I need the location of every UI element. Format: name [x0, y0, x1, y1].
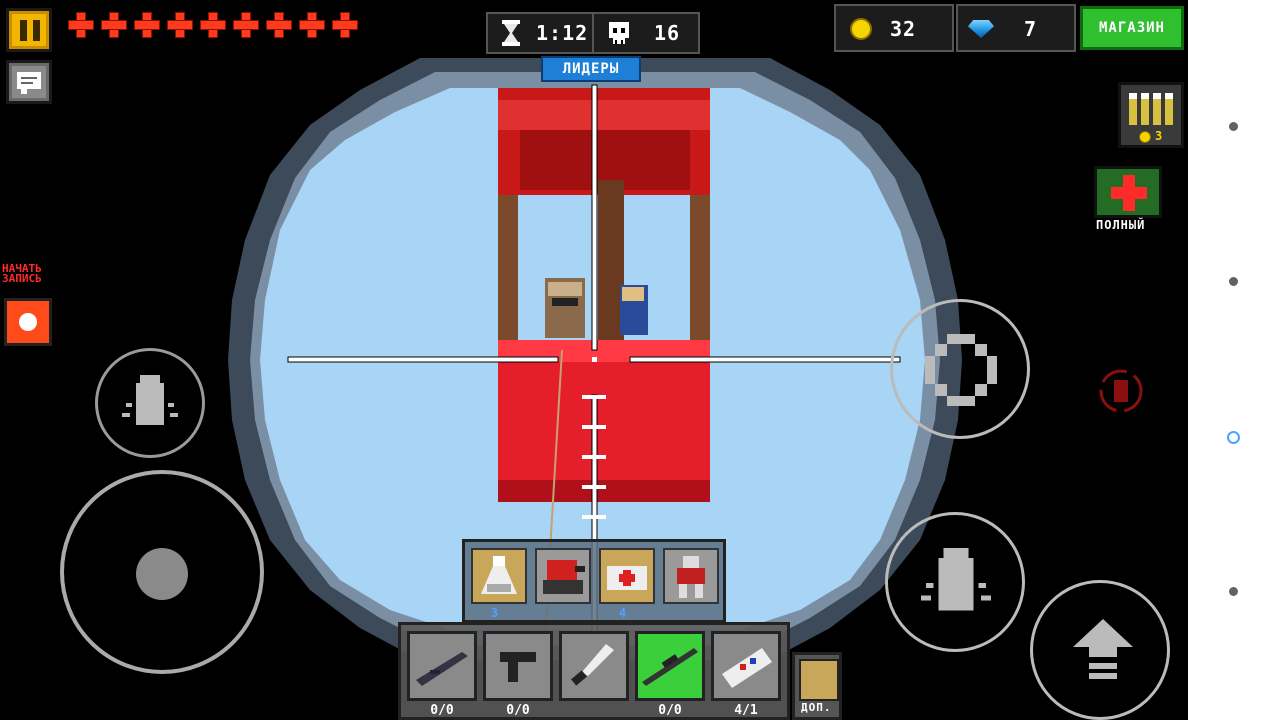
gadget-medkit[interactable] [599, 548, 655, 604]
crosshair-vertical-top [591, 84, 598, 351]
gadget-potion-cost: 3 [491, 606, 499, 620]
health-cross-icon [231, 10, 260, 39]
medkit-label: ПОЛНЫЙ [1096, 218, 1146, 232]
tower-pillar [498, 195, 518, 345]
movement-joystick[interactable] [60, 470, 264, 674]
fire-button-right[interactable] [885, 512, 1025, 652]
coin-icon [850, 18, 872, 40]
knife-icon [571, 644, 614, 686]
crosshair-horizontal-right [629, 356, 901, 363]
health-cross-icon [264, 10, 293, 39]
pause-button[interactable] [6, 8, 52, 52]
health-cross-icon [330, 10, 359, 39]
joystick-knob[interactable] [136, 548, 188, 600]
weapon-slot-heavy[interactable] [711, 631, 781, 701]
medkit-cross-icon [1111, 175, 1147, 211]
weapon-slot-pistol[interactable] [483, 631, 553, 701]
start-recording-label: НАЧАТЬ ЗАПИСЬ [2, 262, 42, 285]
reload-icon[interactable] [1096, 366, 1146, 416]
health-cross-icon [198, 10, 227, 39]
health-cross-icon [66, 10, 95, 39]
system-ring[interactable] [1227, 431, 1240, 444]
bullet-icon [122, 375, 178, 425]
match-timer: 1:12 [536, 21, 589, 45]
weapon-slot-knife[interactable] [559, 631, 629, 701]
pistol-icon [500, 652, 536, 682]
red-block [498, 340, 710, 502]
kill-count: 16 [654, 21, 681, 45]
hourglass-icon [502, 20, 520, 46]
system-dot[interactable] [1229, 122, 1238, 131]
coin-icon-small [1139, 131, 1151, 143]
weapon-rifle-ammo: 0/0 [430, 703, 454, 718]
weapon-bar: 0/0 0/0 0/0 4/1 [398, 622, 790, 720]
health-cross-icon [132, 10, 161, 39]
shop-button[interactable]: МАГАЗИН [1080, 6, 1184, 50]
buy-medkit-button[interactable] [1094, 166, 1162, 218]
bullet-icon [921, 548, 991, 611]
health-cross-icon [99, 10, 128, 39]
coins-panel: 32 [834, 4, 954, 52]
aim-button[interactable] [890, 299, 1030, 439]
system-dot[interactable] [1229, 277, 1238, 286]
rifle-icon [416, 652, 468, 686]
gem-count: 7 [1024, 17, 1038, 41]
crosshair-center-dot [592, 357, 597, 362]
chat-button[interactable] [6, 60, 52, 104]
weapon-slot-sniper[interactable] [635, 631, 705, 701]
health-cross-icon [165, 10, 194, 39]
heavy-weapon-icon [722, 648, 772, 688]
extra-gadget-icon [799, 659, 839, 701]
crosshair-icon [925, 334, 997, 406]
chat-icon [17, 72, 41, 94]
weapon-heavy-ammo: 4/1 [734, 703, 758, 718]
extra-gadget-button[interactable]: ДОП. [792, 652, 842, 720]
gadget-panel: 3 4 [462, 539, 726, 623]
turret-icon [543, 560, 585, 594]
skull-icon [609, 22, 629, 44]
jump-arrow-icon [1073, 619, 1133, 679]
record-button[interactable] [4, 298, 52, 346]
weapon-slot-rifle[interactable] [407, 631, 477, 701]
medkit-icon [607, 566, 647, 590]
fire-button-left[interactable] [95, 348, 205, 458]
coin-count: 32 [890, 17, 917, 41]
ammo-pack-cost: 3 [1155, 129, 1164, 143]
buy-ammo-button[interactable]: 3 [1118, 82, 1184, 148]
weapon-sniper-ammo: 0/0 [658, 703, 682, 718]
extra-label: ДОП. [801, 701, 832, 714]
health-bar [66, 10, 359, 39]
health-cross-icon [297, 10, 326, 39]
system-side-bar [1188, 0, 1280, 720]
gems-panel: 7 [956, 4, 1076, 52]
gadget-potion[interactable] [471, 548, 527, 604]
potion-icon [481, 556, 517, 594]
sniper-rifle-icon [642, 648, 698, 686]
weapon-pistol-ammo: 0/0 [506, 703, 530, 718]
bullets-icon [1129, 93, 1173, 125]
jump-button[interactable] [1030, 580, 1170, 720]
gadget-turret[interactable] [535, 548, 591, 604]
system-dot[interactable] [1229, 587, 1238, 596]
gadget-medkit-cost: 4 [619, 606, 627, 620]
mech-icon [677, 556, 705, 598]
gadget-mech[interactable] [663, 548, 719, 604]
gem-icon [968, 20, 994, 38]
crosshair-horizontal-left [287, 356, 559, 363]
match-stats-panel: 1:12 16 [486, 12, 700, 54]
game-viewport: 1:12 16 ЛИДЕРЫ 32 7 МАГАЗИН 3 ПОЛНЫЙ НАЧ… [0, 0, 1188, 720]
leaders-button[interactable]: ЛИДЕРЫ [541, 56, 641, 82]
